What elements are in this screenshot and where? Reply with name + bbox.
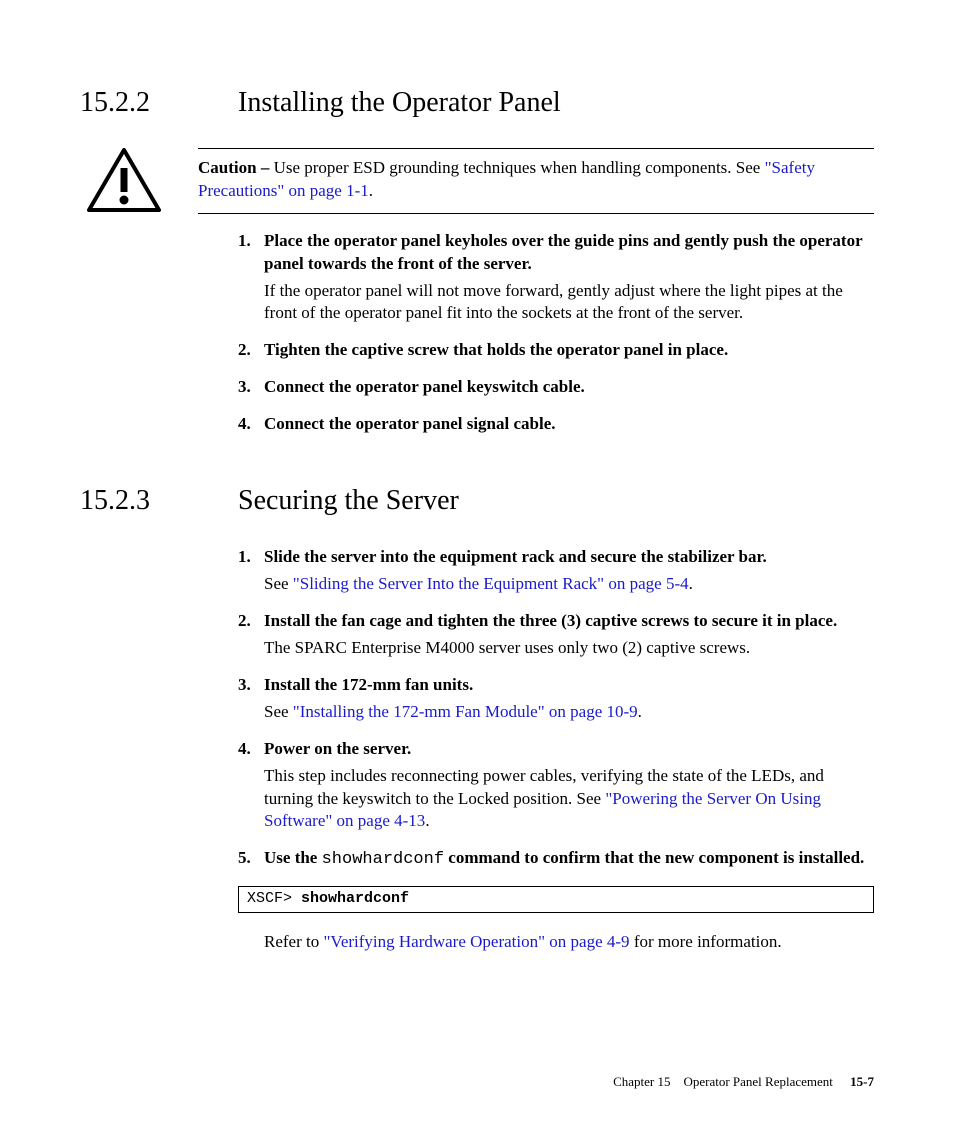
step-sub: The SPARC Enterprise M4000 server uses o… [264, 637, 874, 660]
section-title: Installing the Operator Panel [238, 84, 561, 122]
step-sub: See "Sliding the Server Into the Equipme… [264, 573, 874, 596]
step-sub-post: . [425, 811, 429, 830]
after-code-link[interactable]: "Verifying Hardware Operation" on page 4… [323, 932, 629, 951]
step-sub-post: . [638, 702, 642, 721]
section-heading: 15.2.3 Securing the Server [80, 482, 874, 520]
footer-chapter-label: Chapter 15 [613, 1074, 670, 1089]
step-item: 3. Connect the operator panel keyswitch … [238, 376, 874, 399]
footer-page-number: 15-7 [850, 1074, 874, 1089]
step-sub-link[interactable]: "Installing the 172-mm Fan Module" on pa… [293, 702, 638, 721]
step-number: 3. [238, 376, 251, 399]
page: 15.2.2 Installing the Operator Panel Cau… [0, 0, 954, 1145]
step-head: Install the fan cage and tighten the thr… [264, 610, 874, 633]
step-number: 2. [238, 339, 251, 362]
section-15-2-2: 15.2.2 Installing the Operator Panel Cau… [80, 84, 874, 436]
caution-icon [80, 148, 168, 212]
step-sub: See "Installing the 172-mm Fan Module" o… [264, 701, 874, 724]
section-title: Securing the Server [238, 482, 459, 520]
step-head-pre: Use the [264, 848, 322, 867]
after-code-pre: Refer to [264, 932, 323, 951]
step-item: 1. Place the operator panel keyholes ove… [238, 230, 874, 326]
step-item: 2. Tighten the captive screw that holds … [238, 339, 874, 362]
step-item: 2. Install the fan cage and tighten the … [238, 610, 874, 660]
section-body: 1. Slide the server into the equipment r… [238, 546, 874, 954]
step-head: Place the operator panel keyholes over t… [264, 230, 874, 276]
section-number: 15.2.2 [80, 84, 238, 122]
step-item: 4. Power on the server. This step includ… [238, 738, 874, 834]
footer-chapter-title: Operator Panel Replacement [683, 1074, 832, 1089]
section-body: 1. Place the operator panel keyholes ove… [238, 230, 874, 437]
step-head: Use the showhardconf command to confirm … [264, 847, 874, 872]
step-sub-pre: See [264, 574, 293, 593]
step-head: Tighten the captive screw that holds the… [264, 339, 874, 362]
step-item: 5. Use the showhardconf command to confi… [238, 847, 874, 872]
step-number: 5. [238, 847, 251, 870]
code-command: showhardconf [301, 890, 409, 907]
step-sub-pre: See [264, 702, 293, 721]
step-head-post: command to confirm that the new componen… [444, 848, 864, 867]
step-number: 3. [238, 674, 251, 697]
step-number: 1. [238, 230, 251, 253]
caution-block: Caution – Use proper ESD grounding techn… [80, 148, 874, 214]
caution-label: Caution – [198, 158, 269, 177]
page-footer: Chapter 15 Operator Panel Replacement 15… [613, 1073, 874, 1091]
step-head: Connect the operator panel keyswitch cab… [264, 376, 874, 399]
step-sub: This step includes reconnecting power ca… [264, 765, 874, 834]
step-head: Slide the server into the equipment rack… [264, 546, 874, 569]
step-head: Connect the operator panel signal cable. [264, 413, 874, 436]
section-15-2-3: 15.2.3 Securing the Server 1. Slide the … [80, 482, 874, 953]
step-item: 3. Install the 172-mm fan units. See "In… [238, 674, 874, 724]
step-sub: If the operator panel will not move forw… [264, 280, 874, 326]
step-sub-link[interactable]: "Sliding the Server Into the Equipment R… [293, 574, 689, 593]
step-head: Install the 172-mm fan units. [264, 674, 874, 697]
step-item: 1. Slide the server into the equipment r… [238, 546, 874, 596]
steps-list: 1. Slide the server into the equipment r… [238, 546, 874, 872]
step-number: 4. [238, 413, 251, 436]
section-number: 15.2.3 [80, 482, 238, 520]
caution-text-before: Use proper ESD grounding techniques when… [269, 158, 764, 177]
section-heading: 15.2.2 Installing the Operator Panel [80, 84, 874, 122]
step-number: 4. [238, 738, 251, 761]
step-sub-post: . [689, 574, 693, 593]
step-number: 2. [238, 610, 251, 633]
code-box: XSCF> showhardconf [238, 886, 874, 912]
step-head: Power on the server. [264, 738, 874, 761]
code-prompt: XSCF> [247, 890, 301, 907]
caution-text-after: . [369, 181, 373, 200]
step-head-code: showhardconf [322, 850, 444, 869]
step-item: 4. Connect the operator panel signal cab… [238, 413, 874, 436]
steps-list: 1. Place the operator panel keyholes ove… [238, 230, 874, 437]
after-code-post: for more information. [630, 932, 782, 951]
after-code-text: Refer to "Verifying Hardware Operation" … [264, 931, 874, 954]
step-number: 1. [238, 546, 251, 569]
caution-text-box: Caution – Use proper ESD grounding techn… [198, 148, 874, 214]
